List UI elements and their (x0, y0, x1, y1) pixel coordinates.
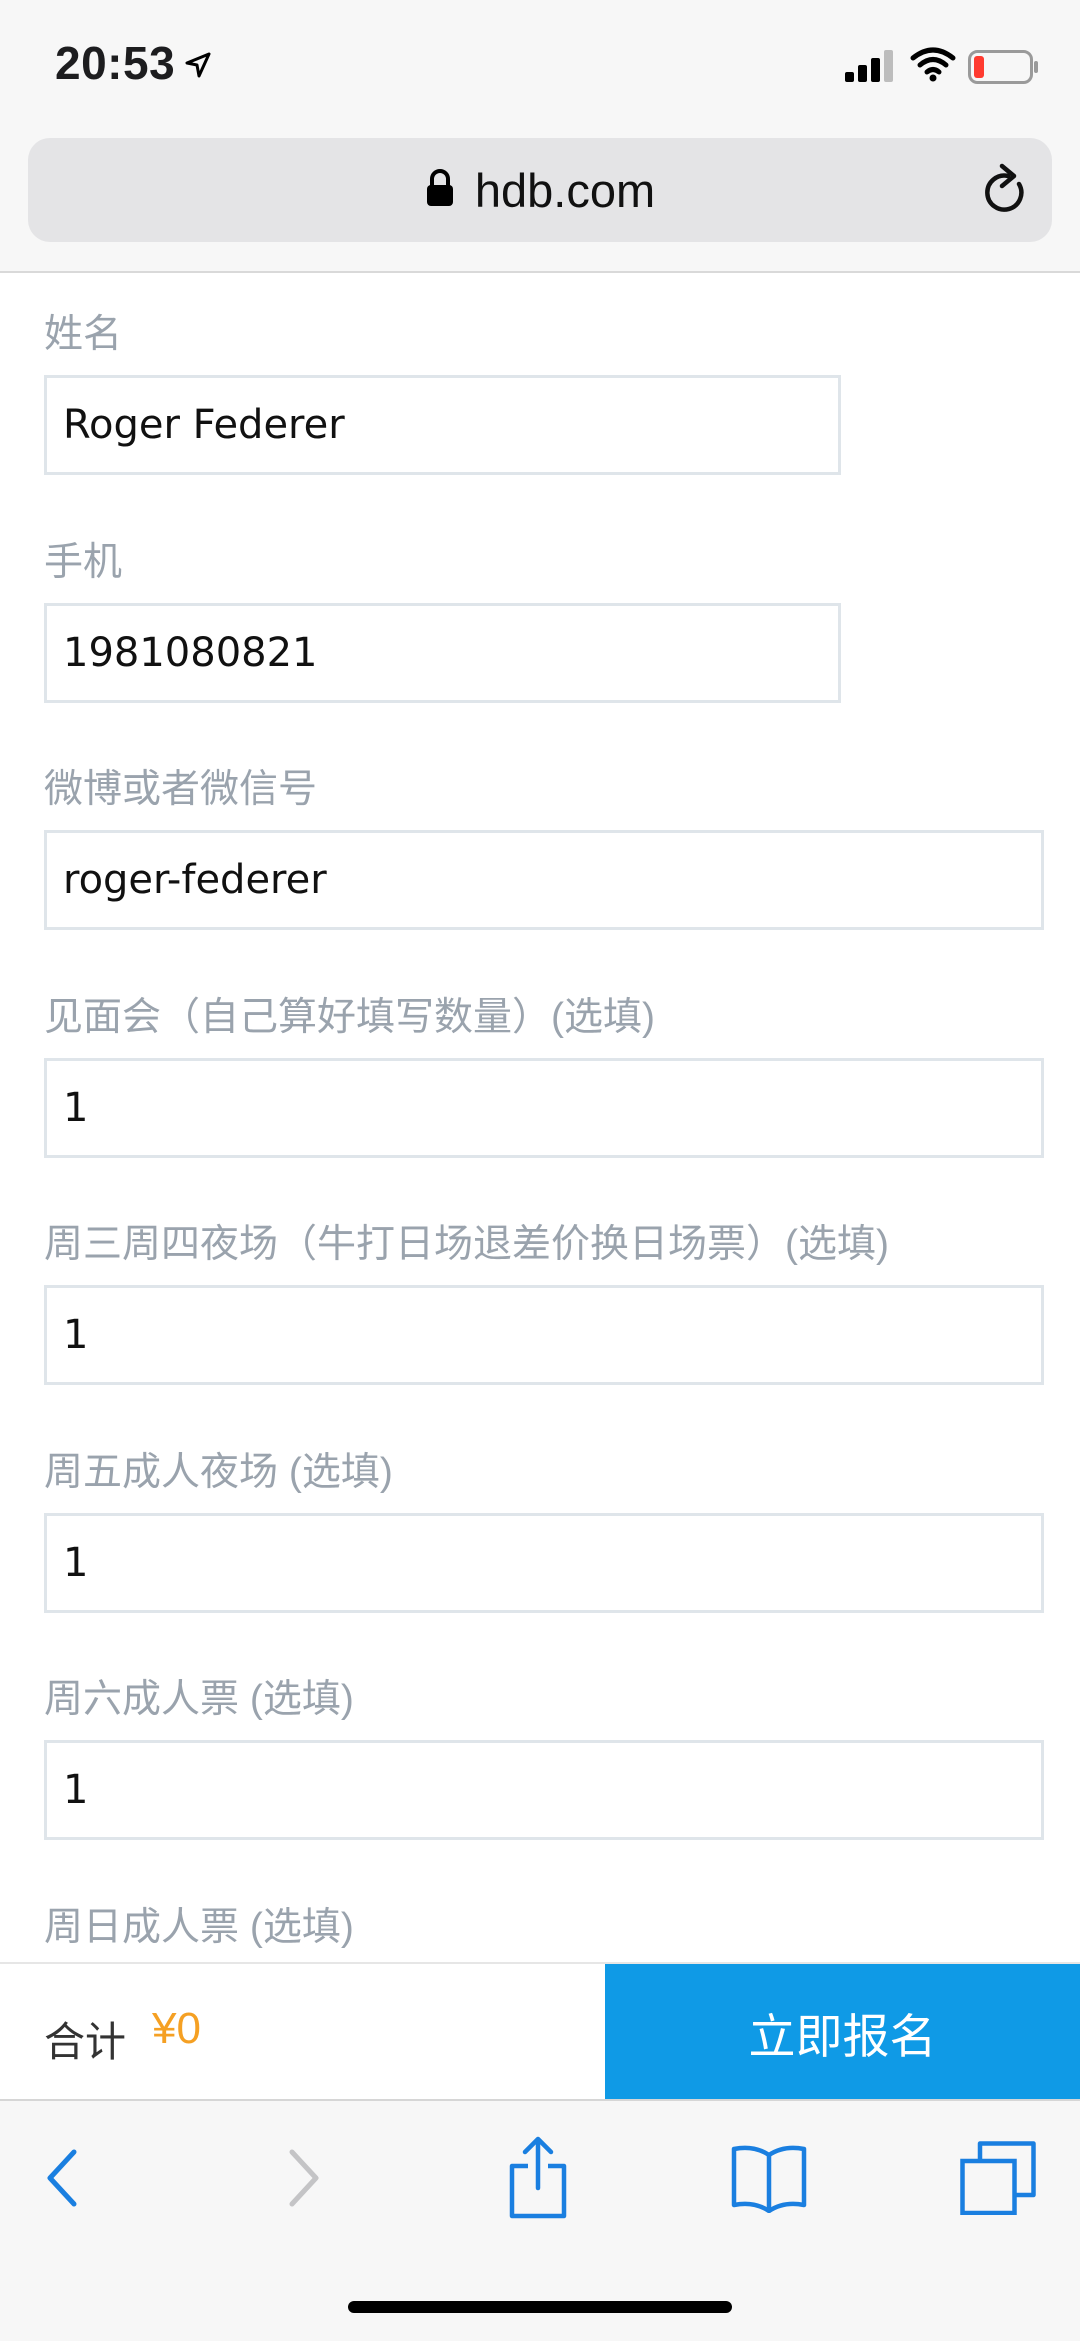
total-amount: ¥0 (152, 2004, 201, 2053)
url-domain: hdb.com (474, 163, 656, 217)
back-icon[interactable] (44, 2146, 80, 2210)
address-bar[interactable]: hdb.com (28, 138, 1052, 242)
wed-thu-night-input[interactable] (44, 1285, 1044, 1385)
weibo-wechat-input[interactable] (44, 830, 1044, 930)
forward-icon[interactable] (286, 2146, 322, 2210)
location-arrow-icon (185, 52, 211, 78)
action-bar: 合计 ¥0 立即报名 (0, 1962, 1080, 2101)
field-label-weibo-wechat: 微博或者微信号 (44, 768, 318, 811)
home-indicator[interactable] (348, 2301, 732, 2313)
field-label-phone: 手机 (44, 541, 123, 584)
wifi-icon (910, 47, 956, 82)
field-label-fri-night: 周五成人夜场 (选填) (44, 1451, 393, 1494)
field-label-sun: 周日成人票 (选填) (44, 1906, 354, 1949)
field-label-sat: 周六成人票 (选填) (44, 1678, 354, 1721)
fri-night-input[interactable] (44, 1513, 1044, 1613)
bookmarks-icon[interactable] (730, 2143, 808, 2213)
share-icon[interactable] (508, 2136, 568, 2220)
status-bar: 20:53 (0, 0, 1080, 135)
field-label-wed-thu-night: 周三周四夜场（牛打日场退差价换日场票）(选填) (44, 1223, 889, 1266)
phone-input[interactable] (44, 603, 841, 703)
field-label-meetup: 见面会（自己算好填写数量）(选填) (44, 996, 655, 1039)
total-label: 合计 (44, 2019, 126, 2065)
lock-icon (426, 169, 453, 206)
meetup-quantity-input[interactable] (44, 1058, 1044, 1158)
status-time-group: 20:53 (55, 36, 211, 90)
status-time: 20:53 (55, 37, 176, 89)
address-center: hdb.com (28, 138, 1052, 242)
battery-low-icon (968, 50, 1038, 84)
signup-button[interactable]: 立即报名 (605, 1964, 1080, 2101)
reload-icon[interactable] (980, 162, 1030, 218)
name-input[interactable] (44, 375, 841, 475)
sat-ticket-input[interactable] (44, 1740, 1044, 1840)
cellular-signal-icon (845, 50, 893, 82)
field-label-name: 姓名 (44, 313, 123, 356)
browser-address-area: hdb.com (0, 135, 1080, 273)
tabs-icon[interactable] (960, 2141, 1036, 2215)
